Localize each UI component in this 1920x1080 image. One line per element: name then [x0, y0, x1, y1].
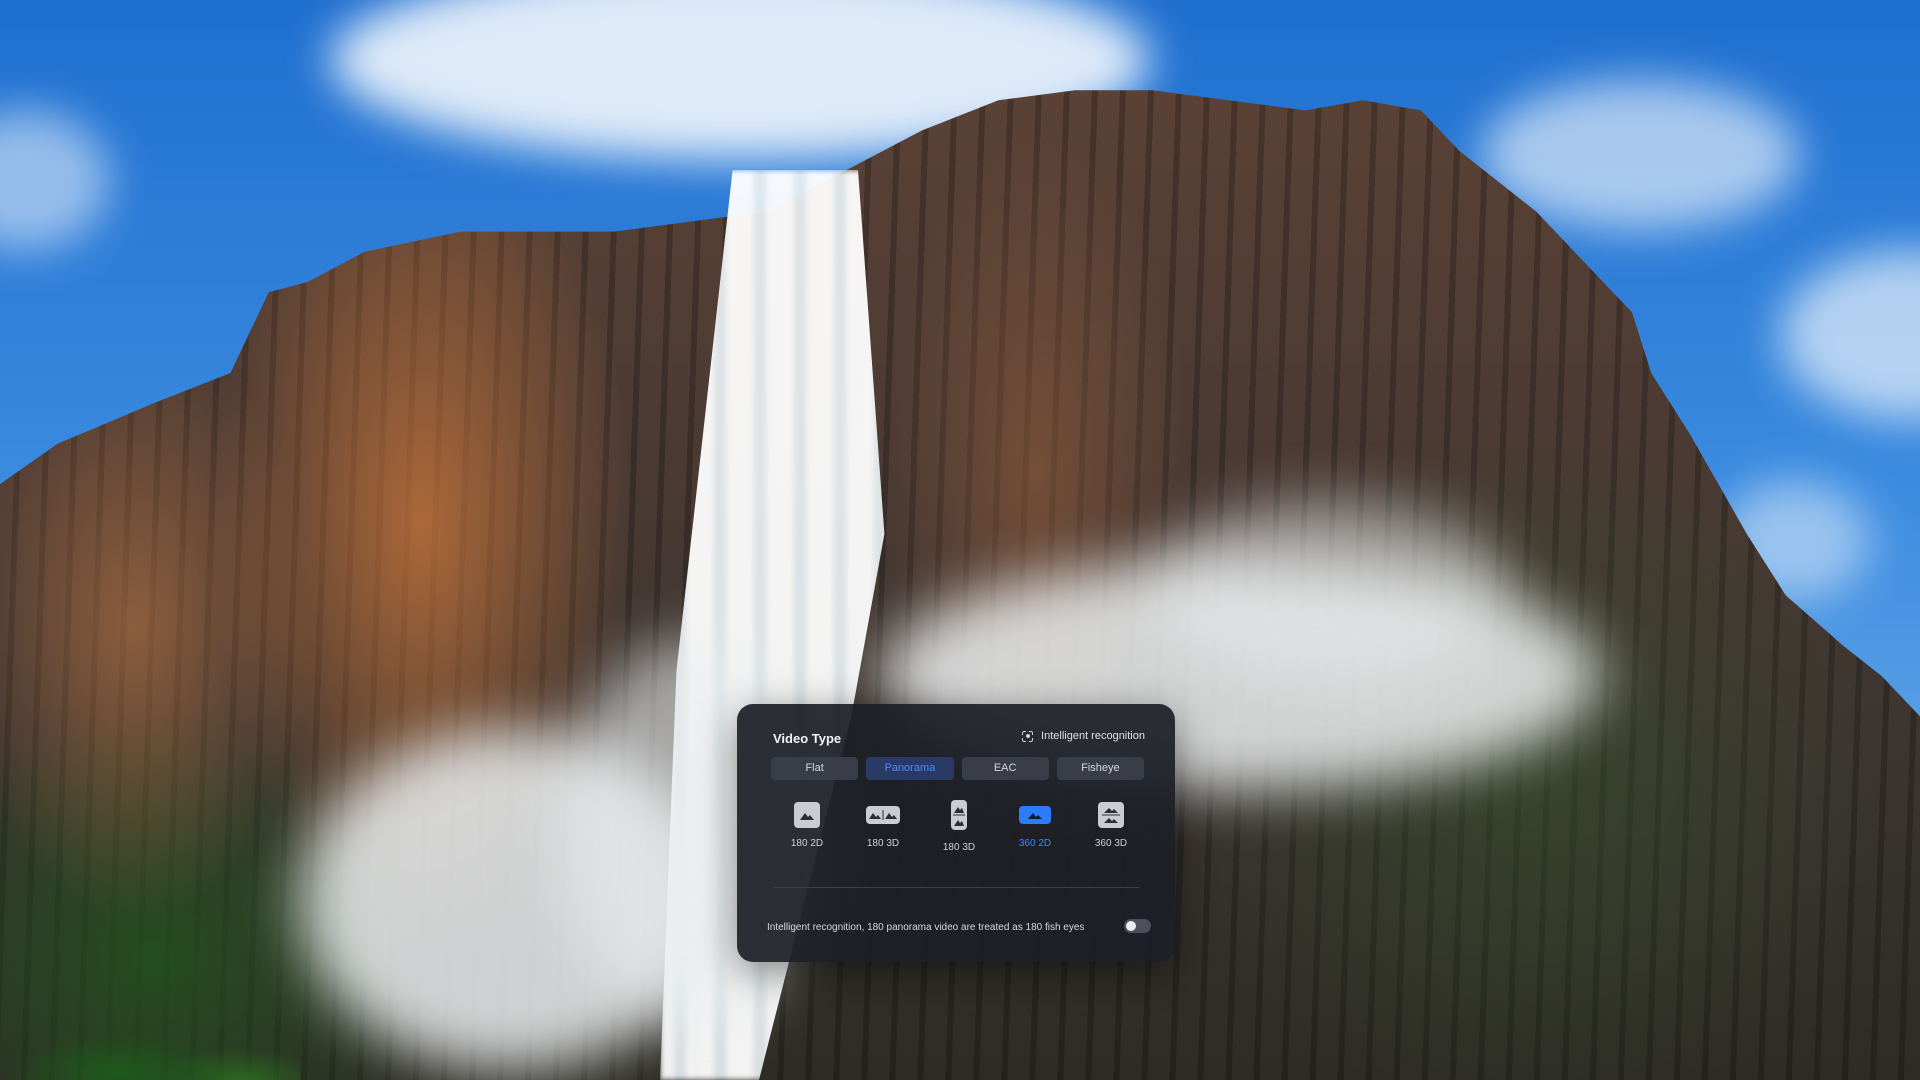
dialog-title: Video Type — [773, 731, 842, 746]
side-by-side-icon — [866, 806, 900, 824]
intelligent-recognition-note: Intelligent recognition, 180 panorama vi… — [767, 922, 1085, 933]
top-bottom-panorama-icon — [1098, 802, 1124, 828]
trees — [0, 1020, 300, 1080]
mode-label: 360 2D — [1018, 838, 1052, 849]
divider — [773, 887, 1139, 888]
cloud — [1780, 250, 1920, 420]
panorama-icon — [1019, 806, 1051, 824]
video-type-tabs: Flat Panorama EAC Fisheye — [771, 757, 1144, 780]
intelligent-recognition-label: Intelligent recognition — [1041, 730, 1145, 742]
mode-360-3d[interactable]: 360 3D — [1073, 802, 1149, 870]
tab-flat[interactable]: Flat — [771, 757, 859, 780]
scan-icon — [1022, 731, 1033, 742]
toggle-knob — [1126, 921, 1136, 931]
projection-modes: 180 2D 180 3D 180 3D 360 2D 360 3D — [769, 800, 1149, 870]
mode-180-3d-side-by-side[interactable]: 180 3D — [845, 802, 921, 870]
intelligent-recognition-button[interactable]: Intelligent recognition — [1022, 730, 1145, 742]
image-icon — [794, 802, 820, 828]
mist — [1150, 500, 1510, 680]
mode-label: 180 2D — [790, 838, 824, 849]
intelligent-recognition-toggle[interactable] — [1124, 919, 1151, 933]
mode-label: 180 3D — [866, 838, 900, 849]
top-bottom-icon — [951, 800, 967, 830]
tab-fisheye[interactable]: Fisheye — [1056, 757, 1144, 780]
tab-eac[interactable]: EAC — [961, 757, 1049, 780]
mode-label: 360 3D — [1094, 838, 1128, 849]
mode-180-3d-top-bottom[interactable]: 180 3D — [921, 800, 997, 870]
tab-panorama[interactable]: Panorama — [866, 757, 954, 780]
cloud — [0, 110, 110, 250]
mode-label: 180 3D — [942, 842, 976, 853]
video-type-dialog: Video Type Intelligent recognition Flat … — [737, 704, 1175, 962]
mode-180-2d[interactable]: 180 2D — [769, 802, 845, 870]
mode-360-2d[interactable]: 360 2D — [997, 802, 1073, 870]
